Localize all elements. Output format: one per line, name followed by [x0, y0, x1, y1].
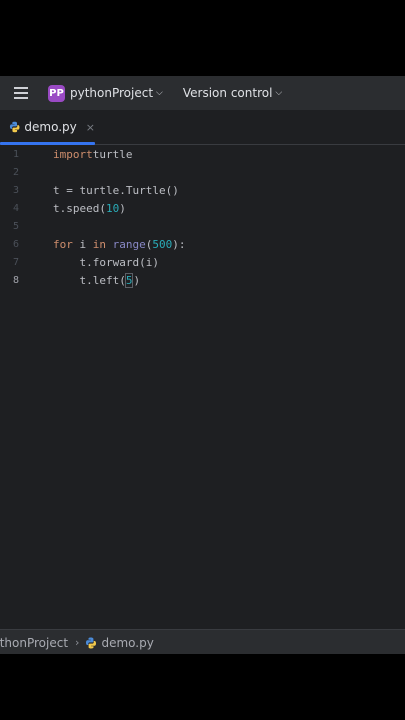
- project-name[interactable]: pythonProject: [70, 86, 153, 100]
- code-line[interactable]: 7 t.forward(i): [0, 253, 405, 271]
- tab-demo-py[interactable]: demo.py ×: [0, 110, 95, 145]
- line-number: 3: [12, 184, 19, 196]
- code-token: 5: [124, 273, 134, 288]
- code-text: for i in range(500):: [53, 238, 186, 251]
- code-text: t.forward(i): [53, 255, 159, 269]
- code-line[interactable]: 6 for i in range(500):: [0, 235, 405, 253]
- code-token: t = turtle.Turtle(): [53, 183, 179, 197]
- code-line[interactable]: 8 t.left(5): [0, 271, 405, 289]
- chevron-down-icon[interactable]: ⌵: [275, 88, 282, 98]
- code-token: t.forward(i): [53, 255, 159, 269]
- code-token: 500: [152, 237, 173, 251]
- code-text: t = turtle.Turtle(): [53, 184, 179, 197]
- code-token: range: [112, 237, 146, 251]
- version-control-menu[interactable]: Version control: [183, 86, 273, 100]
- code-line[interactable]: 1 importturtle: [0, 145, 405, 163]
- status-bar: pythonProject › demo.py: [0, 629, 405, 654]
- code-token: 10: [105, 201, 120, 215]
- line-number: 5: [12, 220, 19, 232]
- python-file-icon: [9, 121, 20, 133]
- code-text: importturtle: [53, 148, 133, 161]
- tab-label: demo.py: [24, 120, 77, 134]
- code-token: t.speed(: [53, 201, 106, 215]
- code-line[interactable]: 2: [0, 163, 405, 181]
- python-file-icon: [86, 637, 97, 648]
- code-token: import: [53, 147, 93, 161]
- breadcrumb-project[interactable]: pythonProject: [0, 636, 68, 650]
- close-icon[interactable]: ×: [86, 121, 95, 134]
- main-toolbar: PP pythonProject ⌵ Version control ⌵: [0, 76, 405, 110]
- code-token: ): [119, 201, 126, 215]
- line-number: 4: [12, 202, 19, 214]
- code-token: for: [53, 237, 73, 251]
- line-number: 1: [12, 148, 19, 160]
- code-line[interactable]: 4 t.speed(10): [0, 199, 405, 217]
- code-token: ):: [172, 237, 186, 251]
- code-token: turtle: [92, 147, 133, 161]
- project-badge[interactable]: PP: [48, 84, 65, 102]
- line-number: 7: [12, 256, 19, 268]
- code-text: t.left(5): [53, 273, 141, 288]
- breadcrumb-separator: ›: [75, 636, 80, 649]
- code-token: in: [92, 237, 106, 251]
- code-line[interactable]: 5: [0, 217, 405, 235]
- line-number: 2: [12, 166, 19, 178]
- code-editor[interactable]: 1 importturtle 2 3 t = turtle.Turtle() 4 t.spe…: [0, 145, 405, 629]
- chevron-down-icon[interactable]: ⌵: [156, 88, 163, 98]
- editor-tab-bar: demo.py ×: [0, 110, 405, 145]
- main-menu-icon[interactable]: [14, 87, 28, 99]
- breadcrumb-file[interactable]: demo.py: [101, 636, 153, 650]
- code-token: ): [133, 274, 141, 287]
- ide-window: PP pythonProject ⌵ Version control ⌵ dem…: [0, 76, 405, 654]
- code-token: i: [72, 237, 93, 251]
- code-text: t.speed(10): [53, 202, 126, 215]
- code-token: t.left(: [53, 274, 126, 287]
- line-number: 8: [12, 274, 19, 286]
- line-number: 6: [12, 238, 19, 250]
- code-line[interactable]: 3 t = turtle.Turtle(): [0, 181, 405, 199]
